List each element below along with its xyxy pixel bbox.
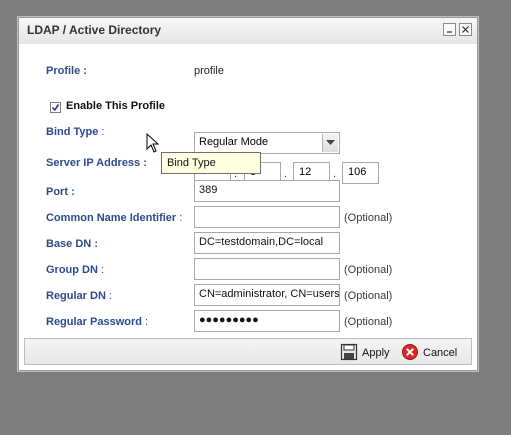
base-dn-field[interactable]: DC=testdomain,DC=local xyxy=(194,232,340,254)
bind-type-label: Bind Type : xyxy=(46,126,104,138)
cancel-label: Cancel xyxy=(423,347,458,359)
server-ip-label-text: Server IP Address xyxy=(46,157,141,169)
title-bar[interactable]: LDAP / Active Directory xyxy=(19,18,477,45)
regular-dn-colon: : xyxy=(108,290,113,302)
bind-type-selected: Regular Mode xyxy=(199,136,269,148)
apply-button[interactable]: Apply xyxy=(340,343,400,361)
bind-type-tooltip: Bind Type xyxy=(161,152,261,174)
ip-dot-2: . xyxy=(284,168,288,180)
cancel-icon xyxy=(402,344,418,360)
group-dn-optional: (Optional) xyxy=(344,264,393,276)
port-label: Port : xyxy=(46,186,75,198)
enable-profile-label[interactable]: Enable This Profile xyxy=(66,100,165,112)
regular-password-field[interactable]: ●●●●●●●●● xyxy=(194,310,340,332)
bind-type-label-text: Bind Type xyxy=(46,126,99,138)
port-colon: : xyxy=(71,186,75,198)
cancel-button[interactable]: Cancel xyxy=(401,343,465,361)
checkmark-icon xyxy=(51,104,60,112)
server-ip-label: Server IP Address : xyxy=(46,157,147,169)
regular-password-colon: : xyxy=(145,316,149,328)
profile-label: Profile : xyxy=(46,65,87,77)
ip-octet-4[interactable]: 106 xyxy=(342,162,379,184)
enable-profile-checkbox[interactable] xyxy=(50,102,61,113)
group-dn-field[interactable] xyxy=(194,258,340,280)
port-field[interactable]: 389 xyxy=(194,180,340,202)
common-name-optional: (Optional) xyxy=(344,212,393,224)
profile-value: profile xyxy=(194,65,224,77)
regular-password-optional: (Optional) xyxy=(344,316,393,328)
base-dn-colon: : xyxy=(94,238,98,250)
common-name-colon: : xyxy=(179,212,183,224)
profile-label-text: Profile xyxy=(46,65,81,77)
close-button[interactable] xyxy=(459,23,472,36)
dialog-title: LDAP / Active Directory xyxy=(27,23,162,37)
bind-type-dropdown-button[interactable] xyxy=(322,134,338,152)
minimize-button[interactable] xyxy=(443,23,456,36)
bind-type-select[interactable]: Regular Mode xyxy=(194,132,340,154)
base-dn-label: Base DN : xyxy=(46,238,98,250)
regular-dn-label-text: Regular DN xyxy=(46,290,106,302)
ip-dot-3: . xyxy=(333,168,337,180)
regular-password-label-text: Regular Password xyxy=(46,316,142,328)
server-ip-colon: : xyxy=(143,157,147,169)
common-name-field[interactable] xyxy=(194,206,340,228)
profile-colon: : xyxy=(83,65,87,77)
group-dn-label: Group DN : xyxy=(46,264,104,276)
save-icon xyxy=(340,343,358,361)
port-label-text: Port xyxy=(46,186,68,198)
bind-type-colon: : xyxy=(101,126,105,138)
dialog-footer: Apply Cancel xyxy=(24,338,472,365)
close-icon xyxy=(462,26,469,33)
apply-label: Apply xyxy=(362,347,390,359)
ldap-form: Profile : profile Enable This Profile Bi… xyxy=(19,44,477,338)
mouse-cursor-icon xyxy=(146,133,160,153)
group-dn-colon: : xyxy=(101,264,105,276)
regular-dn-optional: (Optional) xyxy=(344,290,393,302)
minimize-icon xyxy=(447,31,452,33)
base-dn-label-text: Base DN xyxy=(46,238,92,250)
regular-dn-label: Regular DN : xyxy=(46,290,112,302)
common-name-label-text: Common Name Identifier xyxy=(46,212,177,224)
common-name-label: Common Name Identifier : xyxy=(46,212,182,224)
chevron-down-icon xyxy=(326,140,335,145)
regular-password-label: Regular Password : xyxy=(46,316,148,328)
ldap-dialog: LDAP / Active Directory Profile : profil… xyxy=(18,17,478,371)
regular-dn-field[interactable]: CN=administrator, CN=users, xyxy=(194,284,340,306)
group-dn-label-text: Group DN xyxy=(46,264,98,276)
